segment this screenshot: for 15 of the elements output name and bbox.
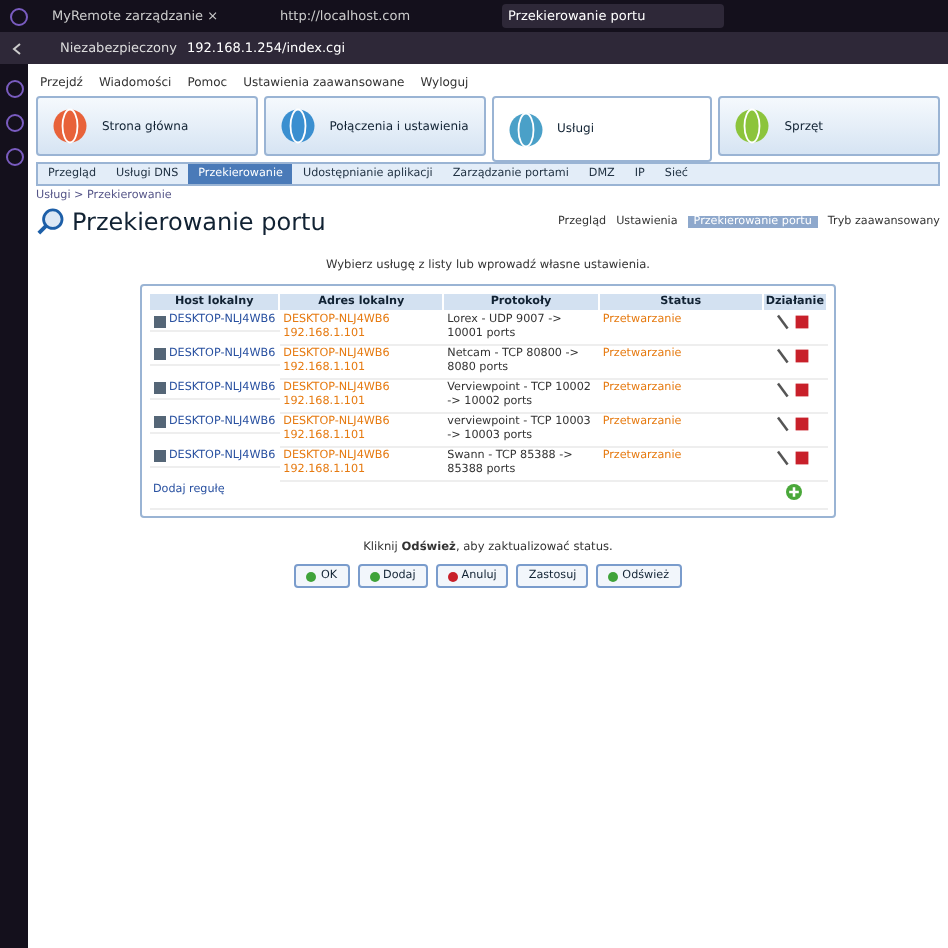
edit-delete-icon[interactable]	[776, 314, 813, 330]
row-checkbox[interactable]	[153, 315, 165, 327]
row-checkbox[interactable]	[153, 416, 165, 428]
edit-delete-icon[interactable]	[776, 382, 813, 398]
edit-delete-icon[interactable]	[776, 348, 813, 364]
row-checkbox[interactable]	[153, 348, 165, 360]
add-icon[interactable]	[786, 484, 803, 500]
row-checkbox[interactable]	[153, 450, 165, 462]
back-icon[interactable]	[10, 41, 24, 55]
edit-delete-icon[interactable]	[776, 416, 813, 432]
row-checkbox[interactable]	[153, 382, 165, 394]
edit-delete-icon[interactable]	[776, 450, 813, 466]
browser-logo-icon	[10, 7, 28, 25]
search-icon	[36, 208, 64, 236]
page-title: Przekierowanie portu	[72, 208, 326, 236]
